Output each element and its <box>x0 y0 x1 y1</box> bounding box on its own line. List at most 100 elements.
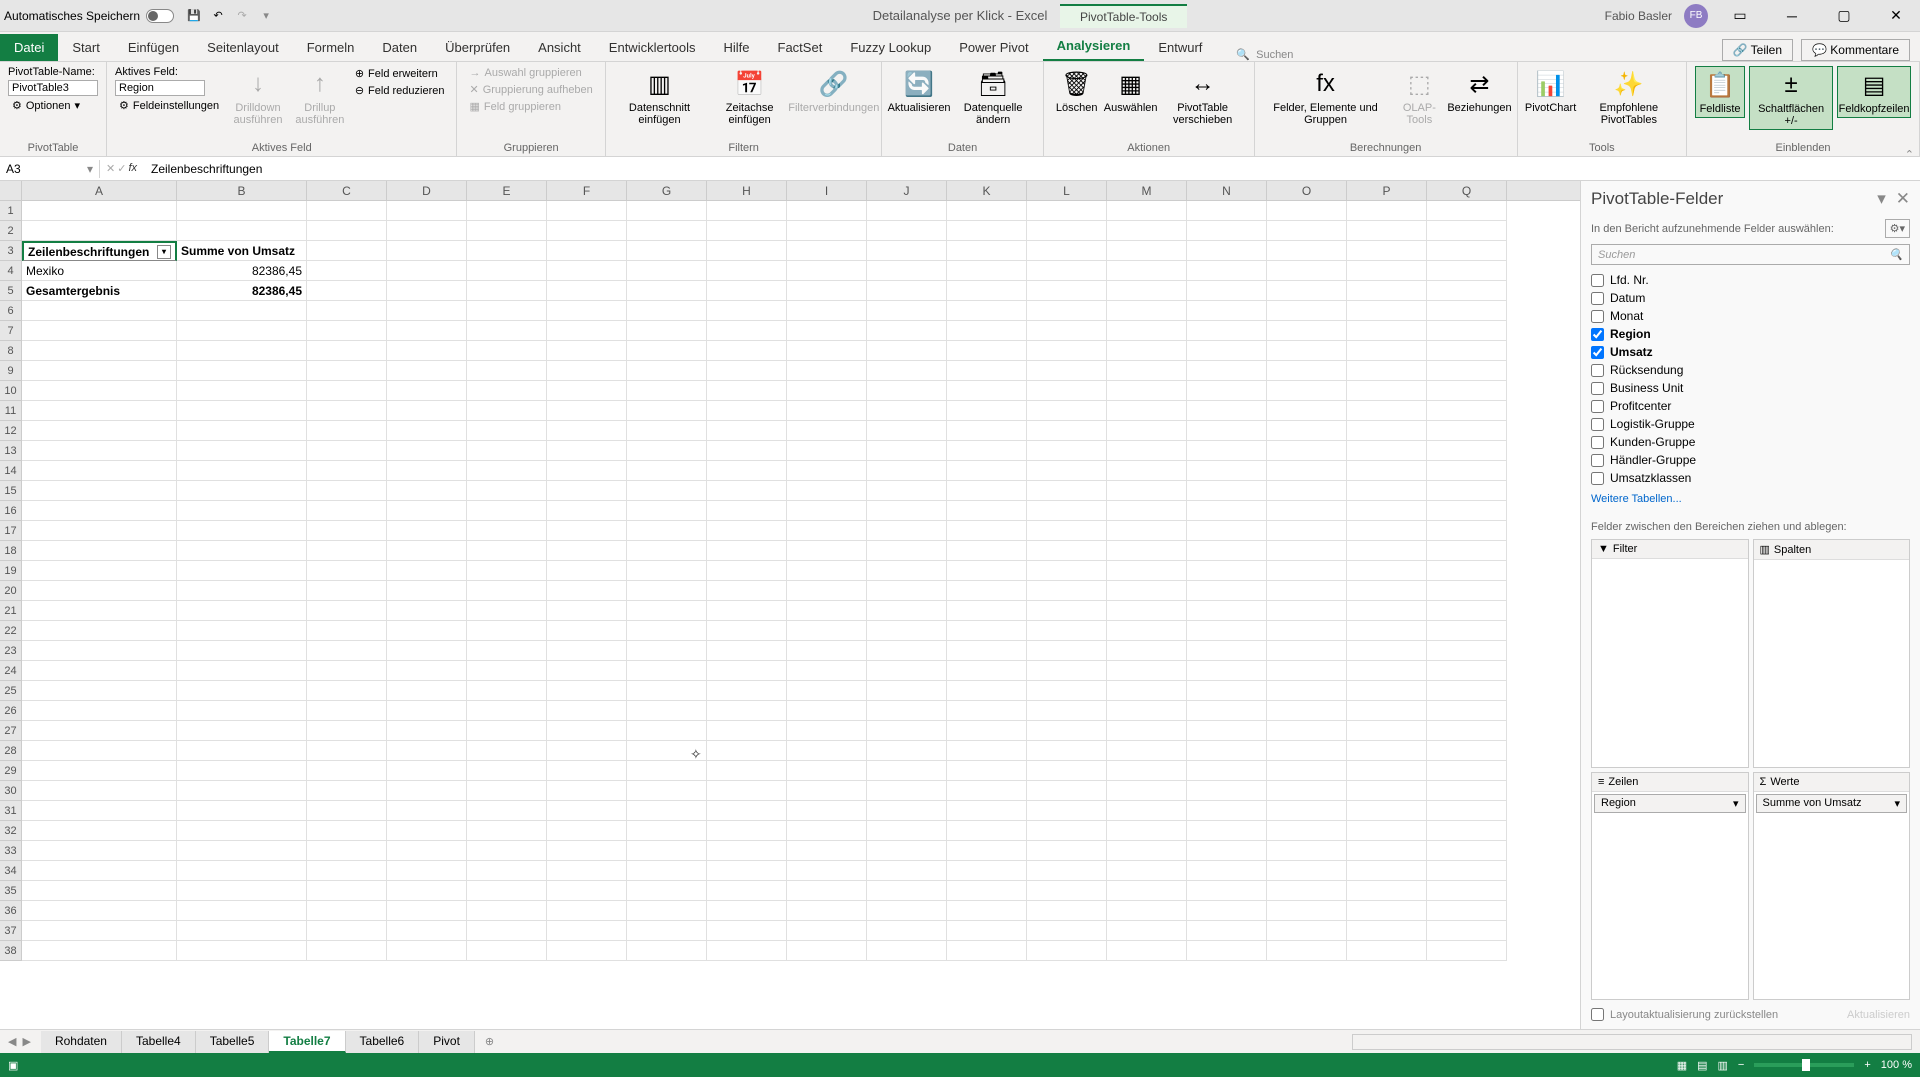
cell[interactable] <box>1187 641 1267 661</box>
cell[interactable] <box>707 321 787 341</box>
cell[interactable] <box>1267 601 1347 621</box>
cell[interactable] <box>307 401 387 421</box>
row-header[interactable]: 33 <box>0 841 22 861</box>
cell[interactable] <box>22 801 177 821</box>
cell[interactable] <box>1107 281 1187 301</box>
cell[interactable] <box>1187 281 1267 301</box>
cell[interactable] <box>1267 701 1347 721</box>
cell[interactable] <box>1267 881 1347 901</box>
cell[interactable] <box>707 601 787 621</box>
cell[interactable] <box>307 241 387 261</box>
cell[interactable] <box>467 941 547 961</box>
cell[interactable] <box>947 821 1027 841</box>
tab-daten[interactable]: Daten <box>368 34 431 61</box>
area-rows-item[interactable]: Region▾ <box>1594 794 1746 813</box>
cell[interactable] <box>547 401 627 421</box>
cell[interactable] <box>1267 521 1347 541</box>
cell[interactable] <box>177 621 307 641</box>
cell[interactable] <box>387 381 467 401</box>
cell[interactable] <box>787 721 867 741</box>
cell[interactable] <box>387 501 467 521</box>
cell[interactable] <box>387 341 467 361</box>
cell[interactable] <box>1427 901 1507 921</box>
cell[interactable] <box>867 581 947 601</box>
sheet-tab[interactable]: Pivot <box>419 1031 475 1053</box>
grid-body[interactable]: 123Zeilenbeschriftungen▾Summe von Umsatz… <box>0 201 1580 1029</box>
cell[interactable] <box>787 421 867 441</box>
row-header[interactable]: 25 <box>0 681 22 701</box>
cell[interactable] <box>1027 841 1107 861</box>
cell[interactable] <box>22 561 177 581</box>
cell[interactable]: 82386,45 <box>177 281 307 301</box>
cell[interactable]: Summe von Umsatz <box>177 241 307 261</box>
cell[interactable] <box>177 681 307 701</box>
cell[interactable] <box>867 201 947 221</box>
cell[interactable] <box>1027 241 1107 261</box>
cell[interactable] <box>867 601 947 621</box>
cell[interactable] <box>1027 621 1107 641</box>
cell[interactable] <box>1427 421 1507 441</box>
cell[interactable] <box>1427 281 1507 301</box>
tab-file[interactable]: Datei <box>0 34 58 61</box>
cell[interactable] <box>387 221 467 241</box>
cell[interactable] <box>177 301 307 321</box>
cell[interactable] <box>1187 461 1267 481</box>
cell[interactable] <box>1187 501 1267 521</box>
cell[interactable] <box>1027 201 1107 221</box>
cell[interactable]: Mexiko <box>22 261 177 281</box>
cell[interactable] <box>387 781 467 801</box>
cell[interactable] <box>1267 321 1347 341</box>
cell[interactable] <box>1267 621 1347 641</box>
cell[interactable] <box>1027 421 1107 441</box>
cell[interactable] <box>1347 701 1427 721</box>
cell[interactable] <box>627 541 707 561</box>
cell[interactable] <box>947 761 1027 781</box>
sheet-tab[interactable]: Tabelle7 <box>269 1031 345 1053</box>
cell[interactable] <box>1027 741 1107 761</box>
cell[interactable] <box>22 901 177 921</box>
pt-verschieben-button[interactable]: ↔PivotTable verschieben <box>1160 66 1246 128</box>
col-header-P[interactable]: P <box>1347 181 1427 200</box>
cell[interactable] <box>1187 421 1267 441</box>
tab-seitenlayout[interactable]: Seitenlayout <box>193 34 293 61</box>
field-checkbox[interactable] <box>1591 274 1604 287</box>
field-item[interactable]: Umsatz <box>1591 343 1910 361</box>
cell[interactable] <box>787 801 867 821</box>
cell[interactable] <box>387 681 467 701</box>
cell[interactable] <box>307 661 387 681</box>
cell[interactable] <box>627 901 707 921</box>
cell[interactable] <box>707 501 787 521</box>
cell[interactable] <box>1347 201 1427 221</box>
cell[interactable] <box>627 921 707 941</box>
cell[interactable] <box>787 661 867 681</box>
cell[interactable] <box>307 701 387 721</box>
cell[interactable] <box>867 481 947 501</box>
cell[interactable] <box>787 261 867 281</box>
cell[interactable] <box>787 521 867 541</box>
cell[interactable] <box>867 401 947 421</box>
field-item[interactable]: Business Unit <box>1591 379 1910 397</box>
cell[interactable] <box>1347 461 1427 481</box>
cell[interactable] <box>707 641 787 661</box>
cell[interactable] <box>1267 541 1347 561</box>
horizontal-scrollbar[interactable] <box>1352 1034 1912 1050</box>
row-header[interactable]: 20 <box>0 581 22 601</box>
cell[interactable] <box>627 501 707 521</box>
cell[interactable] <box>387 601 467 621</box>
cell[interactable] <box>947 221 1027 241</box>
field-item[interactable]: Datum <box>1591 289 1910 307</box>
cell[interactable] <box>947 901 1027 921</box>
cell[interactable] <box>1347 601 1427 621</box>
cell[interactable] <box>1107 821 1187 841</box>
cell[interactable] <box>1347 841 1427 861</box>
maximize-icon[interactable]: ▢ <box>1824 2 1864 30</box>
feld-reduzieren-button[interactable]: ⊖ Feld reduzieren <box>351 83 449 98</box>
cell[interactable] <box>307 541 387 561</box>
cell[interactable] <box>307 321 387 341</box>
cell[interactable] <box>1267 741 1347 761</box>
defer-layout-checkbox[interactable] <box>1591 1008 1604 1021</box>
cell[interactable] <box>1427 261 1507 281</box>
cell[interactable] <box>867 681 947 701</box>
row-header[interactable]: 19 <box>0 561 22 581</box>
cell[interactable] <box>867 281 947 301</box>
